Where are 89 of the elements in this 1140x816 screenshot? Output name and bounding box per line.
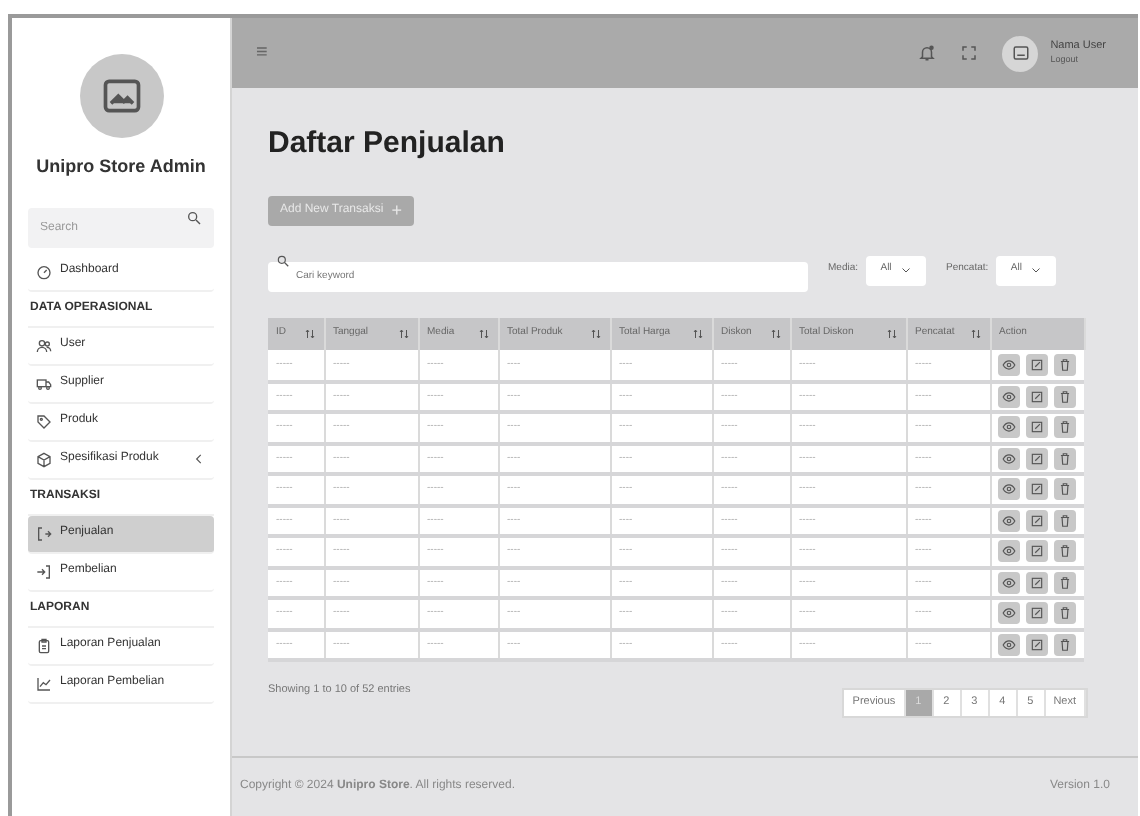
login-icon: [36, 563, 52, 579]
view-button[interactable]: [997, 447, 1019, 470]
sort-icon: [969, 328, 981, 340]
eye-icon: [1001, 637, 1015, 652]
edit-button[interactable]: [1025, 509, 1047, 532]
bell-icon: [918, 44, 937, 62]
view-button[interactable]: [997, 540, 1019, 563]
trash-icon: [1057, 420, 1071, 435]
edit-button[interactable]: [1025, 385, 1047, 408]
delete-button[interactable]: [1053, 478, 1075, 501]
edit-button[interactable]: [1025, 416, 1047, 439]
image-icon: [1011, 44, 1030, 62]
dashboard-icon: [36, 263, 52, 279]
delete-button[interactable]: [1053, 385, 1075, 408]
trash-icon: [1057, 637, 1071, 652]
view-button[interactable]: [997, 353, 1019, 376]
delete-button[interactable]: [1053, 416, 1075, 439]
eye-icon: [1001, 389, 1015, 404]
eye-icon: [1001, 420, 1015, 435]
edit-button[interactable]: [1025, 353, 1047, 376]
delete-button[interactable]: [1053, 509, 1075, 532]
edit-icon: [1029, 389, 1043, 404]
sort-icon: [691, 328, 703, 340]
sort-icon: [769, 328, 781, 340]
chevron-down-icon: [1029, 264, 1042, 276]
view-button[interactable]: [997, 509, 1019, 532]
delete-button[interactable]: [1053, 353, 1075, 376]
delete-button[interactable]: [1053, 447, 1075, 470]
sort-icon: [397, 328, 409, 340]
users-icon: [36, 337, 52, 353]
sort-icon: [303, 328, 315, 340]
edit-icon: [1029, 606, 1043, 621]
delete-button[interactable]: [1053, 571, 1075, 594]
tag-icon: [36, 413, 52, 429]
edit-icon: [1029, 482, 1043, 497]
trash-icon: [1057, 389, 1071, 404]
view-button[interactable]: [997, 416, 1019, 439]
edit-icon: [1029, 575, 1043, 590]
eye-icon: [1001, 451, 1015, 466]
menu-button[interactable]: ≡: [256, 43, 268, 63]
edit-icon: [1029, 420, 1043, 435]
eye-icon: [1001, 482, 1015, 497]
search-icon: [276, 254, 290, 268]
eye-icon: [1001, 357, 1015, 372]
trash-icon: [1057, 544, 1071, 559]
edit-icon: [1029, 451, 1043, 466]
edit-icon: [1029, 513, 1043, 528]
view-button[interactable]: [997, 602, 1019, 625]
trash-icon: [1057, 513, 1071, 528]
clipboard-icon: [36, 637, 52, 653]
eye-icon: [1001, 575, 1015, 590]
edit-icon: [1029, 637, 1043, 652]
search-icon: [186, 209, 202, 225]
logout-icon: [36, 525, 52, 541]
trash-icon: [1057, 451, 1071, 466]
line-chart-icon: [36, 675, 52, 691]
eye-icon: [1001, 606, 1015, 621]
view-button[interactable]: [997, 571, 1019, 594]
view-button[interactable]: [997, 478, 1019, 501]
trash-icon: [1057, 606, 1071, 621]
edit-button[interactable]: [1025, 571, 1047, 594]
delete-button[interactable]: [1053, 633, 1075, 656]
view-button[interactable]: [997, 633, 1019, 656]
edit-icon: [1029, 544, 1043, 559]
edit-button[interactable]: [1025, 447, 1047, 470]
sort-icon: [885, 328, 897, 340]
page-title: Daftar Penjualan: [268, 124, 507, 164]
edit-button[interactable]: [1025, 478, 1047, 501]
delete-button[interactable]: [1053, 540, 1075, 563]
brand-title: Unipro Store Admin: [34, 154, 208, 180]
sort-icon: [589, 328, 601, 340]
delete-button[interactable]: [1053, 602, 1075, 625]
cube-icon: [36, 451, 52, 467]
fullscreen-icon: [960, 44, 979, 62]
eye-icon: [1001, 544, 1015, 559]
user-avatar[interactable]: [1002, 35, 1039, 71]
edit-button[interactable]: [1025, 540, 1047, 563]
trash-icon: [1057, 357, 1071, 372]
truck-icon: [36, 375, 52, 391]
edit-button[interactable]: [1025, 633, 1047, 656]
eye-icon: [1001, 513, 1015, 528]
edit-button[interactable]: [1025, 602, 1047, 625]
sort-icon: [477, 328, 489, 340]
trash-icon: [1057, 575, 1071, 590]
chevron-down-icon: [899, 264, 912, 276]
trash-icon: [1057, 482, 1071, 497]
view-button[interactable]: [997, 385, 1019, 408]
edit-icon: [1029, 357, 1043, 372]
image-icon: [99, 74, 143, 118]
